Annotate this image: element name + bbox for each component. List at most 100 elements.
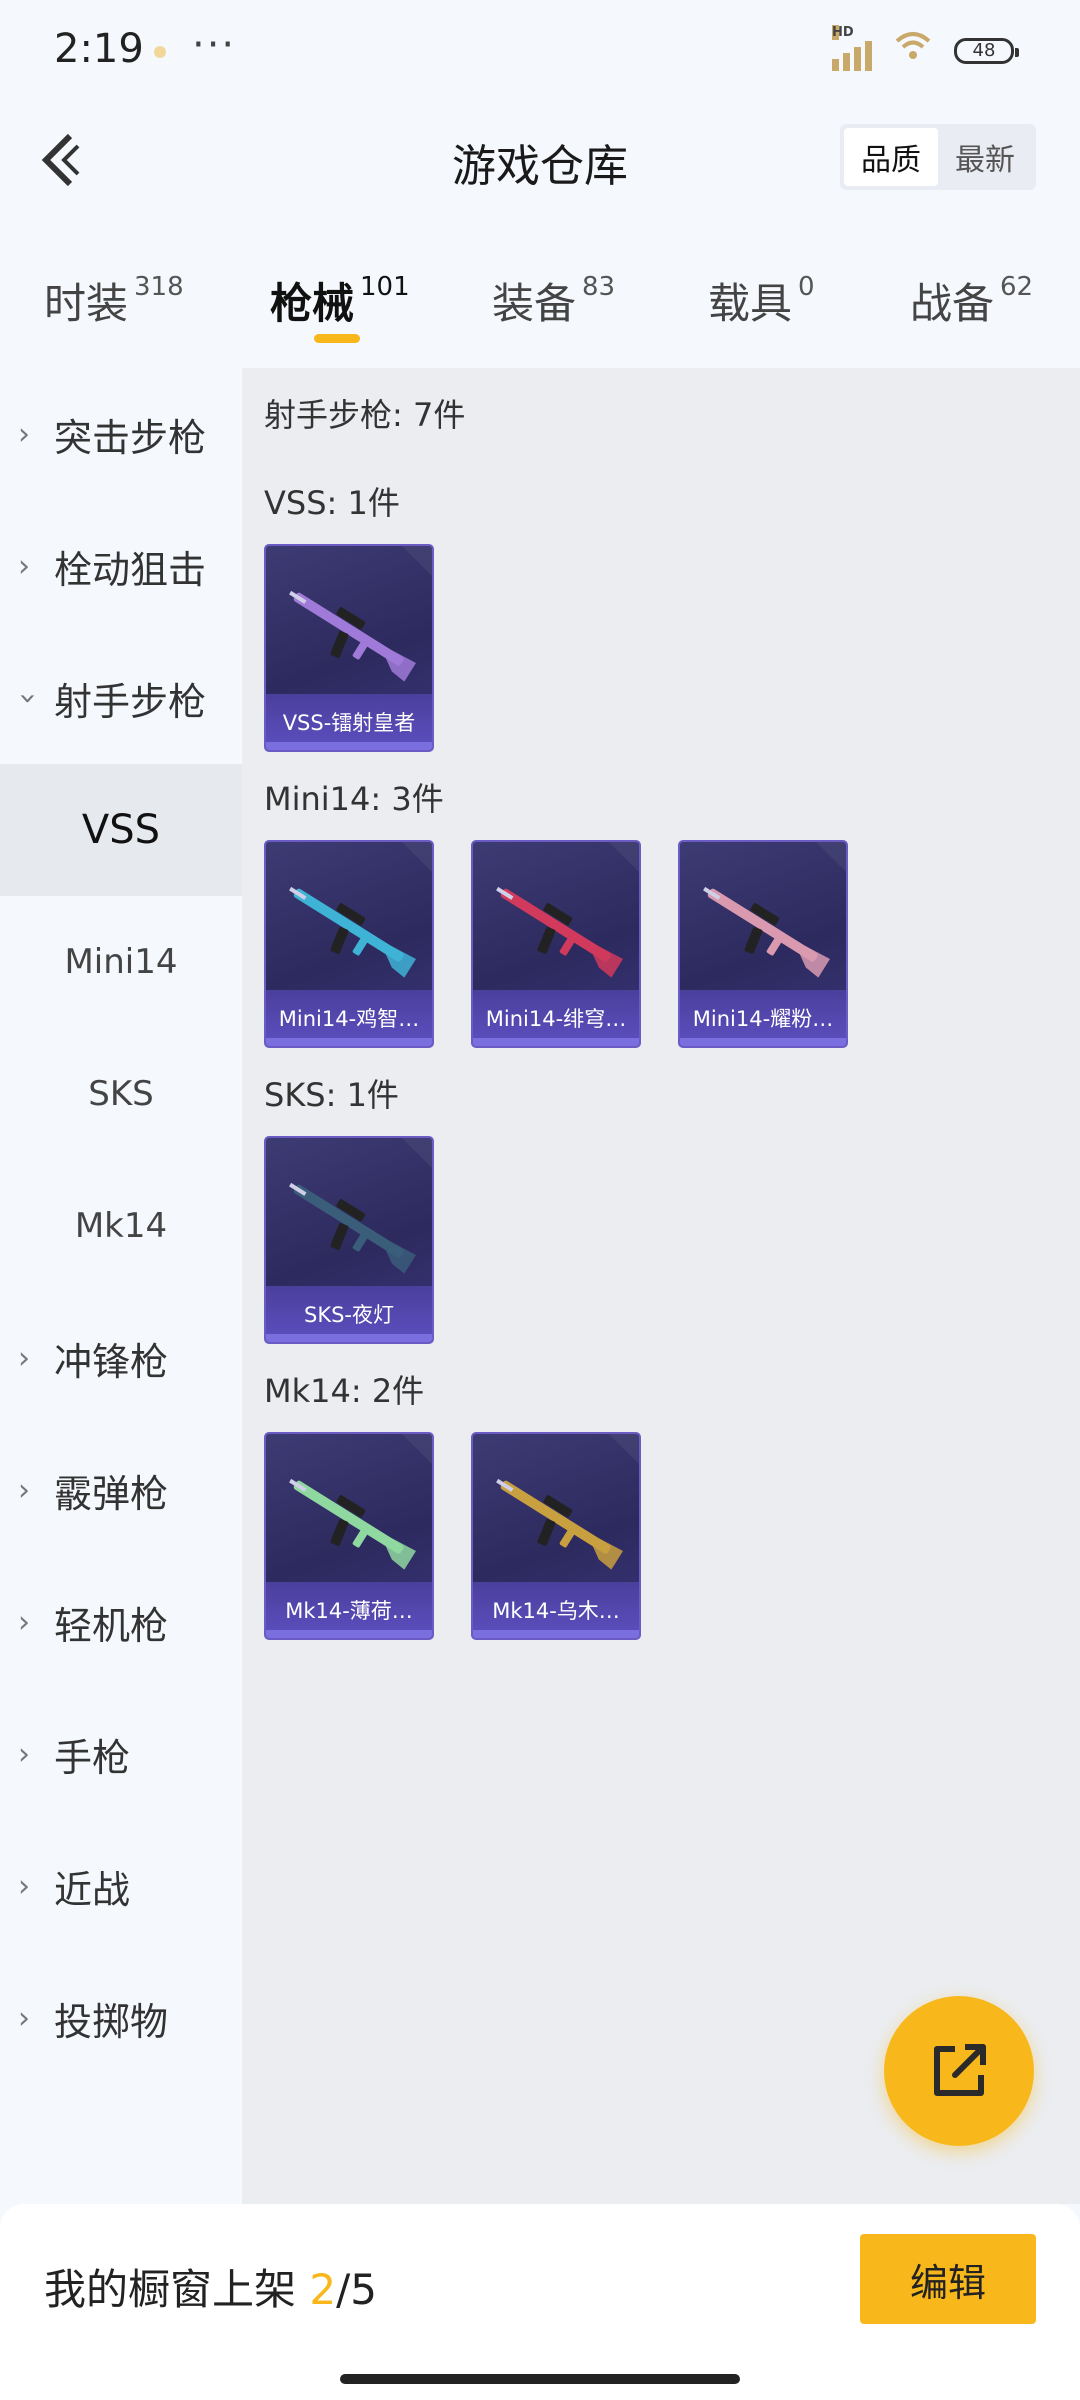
share-button[interactable] xyxy=(884,1996,1034,2146)
rifle-icon xyxy=(496,886,623,978)
tab-count: 83 xyxy=(582,272,616,302)
home-indicator[interactable] xyxy=(340,2374,740,2384)
chevron-down-icon: › xyxy=(10,692,46,704)
notification-dot xyxy=(154,46,166,58)
chevron-right-icon: › xyxy=(18,1472,30,1508)
weapon-card[interactable]: Mini14-鸡智… xyxy=(264,840,434,1048)
card-footer: SKS-夜灯 xyxy=(266,1286,432,1342)
category-count-title: 射手步枪: 7件 xyxy=(264,396,466,434)
group-title-vss: VSS: 1件 xyxy=(264,484,400,522)
weapon-card[interactable]: Mini14-耀粉… xyxy=(678,840,848,1048)
chevron-right-icon: › xyxy=(18,1736,30,1772)
tab-label: 载具 xyxy=(708,279,793,328)
battery-icon: 48 xyxy=(954,37,1019,64)
battery-level: 48 xyxy=(972,40,996,61)
sidebar-item-label: 霰弹枪 xyxy=(54,1471,169,1516)
sort-toggle: 品质 最新 xyxy=(840,124,1036,190)
category-tabs: 时装 318 枪械 101 装备 83 载具 0 战备 62 xyxy=(0,250,1080,360)
card-name: VSS-镭射皇者 xyxy=(282,711,416,735)
tab-firearms[interactable]: 枪械 101 xyxy=(270,270,410,331)
weapon-card[interactable]: SKS-夜灯 xyxy=(264,1136,434,1344)
chevron-right-icon: › xyxy=(18,2000,30,2036)
more-notifications-icon: ··· xyxy=(192,22,237,68)
showcase-bar: 我的橱窗上架 2/5 编辑 xyxy=(0,2204,1080,2400)
rifle-icon xyxy=(289,590,416,682)
sidebar-sub-sks[interactable]: SKS xyxy=(0,1028,242,1160)
weapon-card[interactable]: VSS-镭射皇者 xyxy=(264,544,434,752)
sidebar-item-assault-rifle[interactable]: › 突击步枪 xyxy=(0,368,242,500)
card-name: SKS-夜灯 xyxy=(303,1303,394,1327)
tab-count: 62 xyxy=(1000,272,1034,302)
sidebar-item-label: 近战 xyxy=(54,1867,131,1912)
active-tab-indicator xyxy=(314,334,360,343)
chevron-right-icon: › xyxy=(18,1868,30,1904)
chevron-right-icon: › xyxy=(18,416,30,452)
weapon-card[interactable]: Mini14-绯穹… xyxy=(471,840,641,1048)
rifle-icon xyxy=(289,1182,416,1274)
sidebar-item-pistol[interactable]: › 手枪 xyxy=(0,1688,242,1820)
tab-count: 318 xyxy=(134,272,184,302)
hd-label: HD xyxy=(832,24,854,40)
sidebar-item-label: 栓动狙击 xyxy=(54,547,207,592)
weapon-card[interactable]: Mk14-乌木… xyxy=(471,1432,641,1640)
chevron-right-icon: › xyxy=(18,1604,30,1640)
card-footer: VSS-镭射皇者 xyxy=(266,694,432,750)
tab-supplies[interactable]: 战备 62 xyxy=(910,270,1033,331)
card-name: Mk14-薄荷… xyxy=(285,1599,413,1623)
sidebar-item-label: 投掷物 xyxy=(54,1999,169,2044)
sidebar-item-label: 手枪 xyxy=(54,1735,131,1780)
sidebar-item-smg[interactable]: › 冲锋枪 xyxy=(0,1292,242,1424)
tab-equipment[interactable]: 装备 83 xyxy=(492,270,615,331)
tab-count: 0 xyxy=(798,272,815,302)
card-footer: Mini14-鸡智… xyxy=(266,990,432,1046)
sidebar-item-label: 轻机枪 xyxy=(54,1603,169,1648)
card-name: Mini14-绯穹… xyxy=(485,1007,627,1031)
tab-label: 战备 xyxy=(910,279,995,328)
group-title-mk14: Mk14: 2件 xyxy=(264,1372,425,1410)
card-footer: Mk14-薄荷… xyxy=(266,1582,432,1638)
group-title-mini14: Mini14: 3件 xyxy=(264,780,444,818)
group-title-sks: SKS: 1件 xyxy=(264,1076,399,1114)
status-icons: HD 48 xyxy=(832,24,1019,71)
sidebar-item-throwable[interactable]: › 投掷物 xyxy=(0,1952,242,2084)
card-name: Mini14-鸡智… xyxy=(278,1007,420,1031)
card-name: Mini14-耀粉… xyxy=(692,1007,834,1031)
weapon-card[interactable]: Mk14-薄荷… xyxy=(264,1432,434,1640)
card-name: Mk14-乌木… xyxy=(492,1599,620,1623)
wifi-icon xyxy=(894,30,932,71)
showcase-status: 我的橱窗上架 2/5 xyxy=(44,2256,377,2317)
tab-fashion[interactable]: 时装 318 xyxy=(44,270,184,331)
tab-label: 时装 xyxy=(44,279,129,328)
chevron-right-icon: › xyxy=(18,1340,30,1376)
external-link-icon xyxy=(934,2044,986,2096)
sidebar-item-label: 射手步枪 xyxy=(54,679,207,724)
sidebar-item-melee[interactable]: › 近战 xyxy=(0,1820,242,1952)
sidebar-item-marksman-rifle[interactable]: › 射手步枪 xyxy=(0,632,242,764)
sort-quality-button[interactable]: 品质 xyxy=(844,128,938,186)
showcase-total: /5 xyxy=(336,2265,377,2314)
tab-vehicles[interactable]: 载具 0 xyxy=(708,270,815,331)
signal-icon: HD xyxy=(832,24,872,71)
chevron-right-icon: › xyxy=(18,548,30,584)
tab-label: 装备 xyxy=(492,279,577,328)
showcase-current: 2 xyxy=(309,2265,337,2314)
rifle-icon xyxy=(289,1478,416,1570)
weapon-type-sidebar: › 突击步枪 › 栓动狙击 › 射手步枪 VSS Mini14 SKS Mk14… xyxy=(0,368,242,2204)
header: 游戏仓库 品质 最新 xyxy=(0,100,1080,220)
card-footer: Mini14-绯穹… xyxy=(473,990,639,1046)
sidebar-item-shotgun[interactable]: › 霰弹枪 xyxy=(0,1424,242,1556)
sidebar-sub-mini14[interactable]: Mini14 xyxy=(0,896,242,1028)
status-bar: 2:19 ··· HD 48 xyxy=(0,0,1080,100)
edit-button[interactable]: 编辑 xyxy=(860,2234,1036,2324)
sidebar-sub-mk14[interactable]: Mk14 xyxy=(0,1160,242,1292)
showcase-label: 我的橱窗上架 xyxy=(44,2265,310,2314)
sidebar-item-label: 突击步枪 xyxy=(54,415,207,460)
sidebar-item-lmg[interactable]: › 轻机枪 xyxy=(0,1556,242,1688)
sidebar-sub-vss[interactable]: VSS xyxy=(0,764,242,896)
status-time: 2:19 xyxy=(54,26,144,72)
sort-newest-button[interactable]: 最新 xyxy=(938,128,1032,186)
tab-label: 枪械 xyxy=(270,279,355,328)
rifle-icon xyxy=(289,886,416,978)
sidebar-item-bolt-sniper[interactable]: › 栓动狙击 xyxy=(0,500,242,632)
card-footer: Mk14-乌木… xyxy=(473,1582,639,1638)
